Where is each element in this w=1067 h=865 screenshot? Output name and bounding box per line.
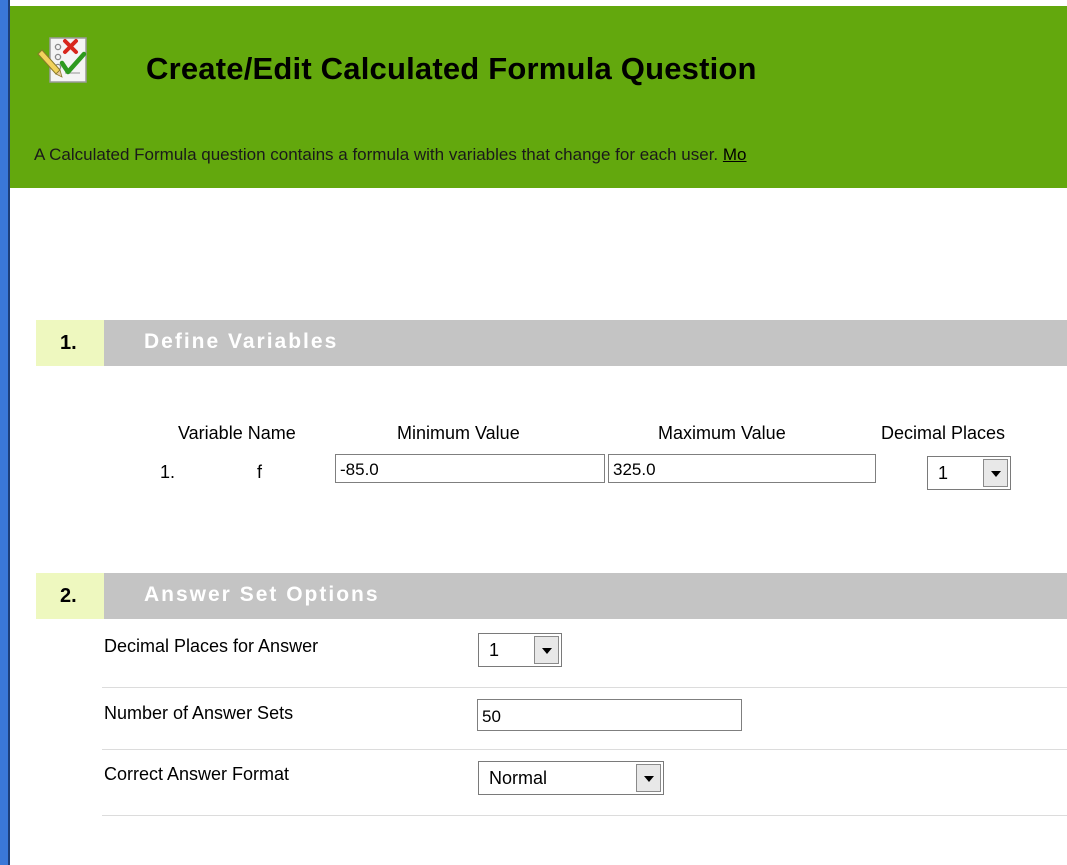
select-value: 1: [938, 463, 949, 483]
divider: [102, 815, 1067, 816]
section-number: 1.: [36, 320, 104, 366]
section-title: Answer Set Options: [144, 583, 380, 606]
variable-decimal-places-select[interactable]: 1: [927, 456, 1011, 490]
question-checklist-icon: [36, 32, 92, 88]
page-header: Create/Edit Calculated Formula Question …: [10, 6, 1067, 188]
divider: [102, 687, 1067, 688]
column-variable-name: Variable Name: [178, 423, 296, 443]
decimal-places-answer-label: Decimal Places for Answer: [104, 636, 319, 656]
chevron-down-icon[interactable]: [636, 764, 661, 792]
select-value: Normal: [489, 768, 548, 788]
number-of-answer-sets-input[interactable]: [477, 699, 742, 731]
divider: [102, 749, 1067, 750]
minimum-value-input[interactable]: [335, 454, 605, 483]
column-decimal-places: Decimal Places: [881, 423, 1006, 443]
variable-name: f: [257, 462, 263, 482]
maximum-value-input[interactable]: [608, 454, 876, 483]
correct-answer-format-label: Correct Answer Format: [104, 764, 290, 784]
column-minimum-value: Minimum Value: [397, 423, 520, 443]
section-title: Define Variables: [144, 330, 339, 353]
answer-decimal-places-select[interactable]: 1: [478, 633, 562, 667]
section-number: 2.: [36, 573, 104, 619]
page: Create/Edit Calculated Formula Question …: [10, 0, 1067, 865]
correct-answer-format-select[interactable]: Normal: [478, 761, 664, 795]
chevron-down-icon[interactable]: [983, 459, 1008, 487]
page-description: A Calculated Formula question contains a…: [34, 145, 747, 165]
page-title: Create/Edit Calculated Formula Question: [146, 51, 757, 86]
description-text: A Calculated Formula question contains a…: [34, 145, 723, 164]
variable-row-index: 1.: [160, 462, 176, 482]
column-maximum-value: Maximum Value: [658, 423, 786, 443]
section-define-variables: 1. Define Variables: [36, 320, 1067, 366]
select-value: 1: [489, 640, 500, 660]
window-left-border: [0, 0, 10, 865]
more-help-link[interactable]: Mo: [723, 145, 747, 164]
chevron-down-icon[interactable]: [534, 636, 559, 664]
section-answer-set-options: 2. Answer Set Options: [36, 573, 1067, 619]
number-of-answer-sets-label: Number of Answer Sets: [104, 703, 294, 723]
